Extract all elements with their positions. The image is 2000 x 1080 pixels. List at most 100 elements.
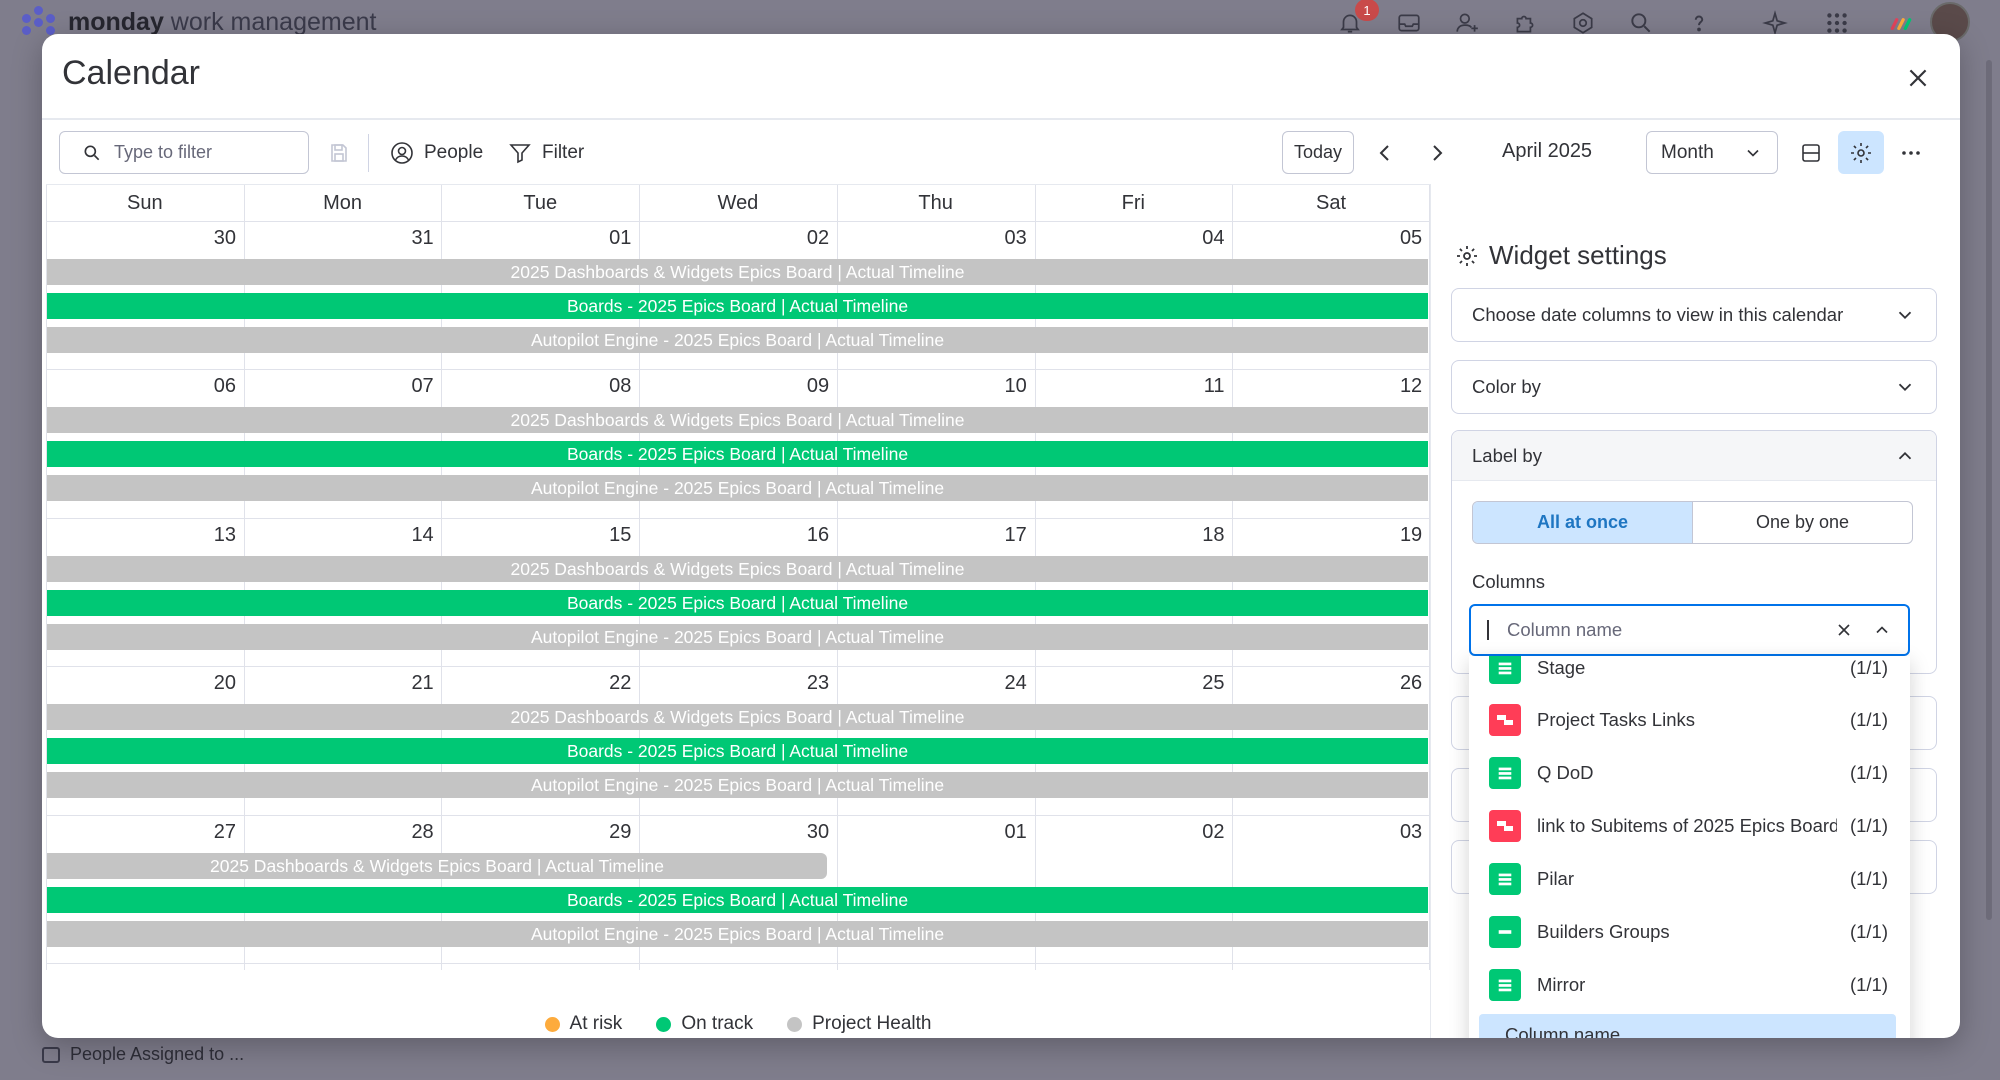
- column-option[interactable]: link to Subitems of 2025 Epics Board (1/…: [1469, 800, 1910, 852]
- day-cell[interactable]: 15: [441, 524, 631, 547]
- inbox-icon[interactable]: [1396, 10, 1422, 36]
- column-option[interactable]: Mirror (1/1): [1469, 959, 1910, 1011]
- event-bar-dashboards[interactable]: 2025 Dashboards & Widgets Epics Board | …: [47, 853, 827, 879]
- day-cell[interactable]: 17: [837, 524, 1027, 547]
- column-option[interactable]: Pilar (1/1): [1469, 853, 1910, 905]
- filter-input[interactable]: [114, 142, 284, 163]
- invite-members-icon[interactable]: [1454, 10, 1480, 36]
- day-cell[interactable]: 30: [639, 821, 829, 844]
- column-option[interactable]: Project Tasks Links (1/1): [1469, 694, 1910, 746]
- filter-label: Filter: [542, 141, 585, 163]
- filter-button[interactable]: Filter: [508, 131, 584, 174]
- day-cell[interactable]: 16: [639, 524, 829, 547]
- day-cell[interactable]: 03: [1232, 821, 1422, 844]
- legend-dot-on-track: [656, 1016, 672, 1032]
- event-bar-dashboards[interactable]: 2025 Dashboards & Widgets Epics Board | …: [47, 556, 1428, 582]
- event-bar-dashboards[interactable]: 2025 Dashboards & Widgets Epics Board | …: [47, 259, 1428, 285]
- color-by-accordion[interactable]: Color by: [1451, 360, 1937, 414]
- save-view-icon[interactable]: [316, 131, 362, 174]
- chevron-up-icon[interactable]: [1872, 620, 1892, 640]
- help-icon[interactable]: [1686, 10, 1712, 36]
- filter-search[interactable]: [59, 131, 309, 174]
- day-cell[interactable]: 19: [1232, 524, 1422, 547]
- day-cell[interactable]: 30: [46, 227, 236, 250]
- ai-sparkle-icon[interactable]: [1762, 10, 1788, 36]
- text-caret: [1487, 620, 1489, 640]
- column-option[interactable]: Stage (1/1): [1469, 656, 1910, 694]
- day-cell[interactable]: 28: [244, 821, 433, 844]
- day-cell[interactable]: 26: [1232, 672, 1422, 695]
- day-cell[interactable]: 22: [441, 672, 631, 695]
- close-icon[interactable]: [1904, 64, 1932, 92]
- event-bar-boards[interactable]: Boards - 2025 Epics Board | Actual Timel…: [47, 738, 1428, 764]
- day-cell[interactable]: 02: [639, 227, 829, 250]
- day-cell[interactable]: 13: [46, 524, 236, 547]
- legend-dot-project-health: [787, 1016, 803, 1032]
- day-cell[interactable]: 01: [441, 227, 631, 250]
- search-icon[interactable]: [1628, 10, 1654, 36]
- day-cell[interactable]: 02: [1035, 821, 1224, 844]
- layout-split-icon[interactable]: [1788, 131, 1834, 174]
- day-cell[interactable]: 23: [639, 672, 829, 695]
- status-column-icon: [1489, 757, 1521, 789]
- day-cell[interactable]: 27: [46, 821, 236, 844]
- day-cell[interactable]: 25: [1035, 672, 1224, 695]
- app-switcher-grid-icon[interactable]: [1824, 10, 1850, 36]
- event-bar-autopilot[interactable]: Autopilot Engine - 2025 Epics Board | Ac…: [47, 624, 1428, 650]
- event-bar-dashboards[interactable]: 2025 Dashboards & Widgets Epics Board | …: [47, 407, 1428, 433]
- day-cell[interactable]: 07: [244, 375, 433, 398]
- apps-puzzle-icon[interactable]: [1512, 10, 1538, 36]
- event-bar-autopilot[interactable]: Autopilot Engine - 2025 Epics Board | Ac…: [47, 772, 1428, 798]
- day-cell[interactable]: 20: [46, 672, 236, 695]
- color-legend: At risk On track Project Health: [46, 1013, 1430, 1035]
- weekday-header: Tue: [523, 191, 558, 214]
- day-cell[interactable]: 03: [837, 227, 1027, 250]
- label-by-header[interactable]: Label by: [1452, 431, 1936, 481]
- event-bar-autopilot[interactable]: Autopilot Engine - 2025 Epics Board | Ac…: [47, 921, 1428, 947]
- day-cell[interactable]: 09: [639, 375, 829, 398]
- widget-settings-panel: Widget settings Choose date columns to v…: [1430, 184, 1960, 1038]
- legend-item: At risk: [544, 1013, 622, 1035]
- event-bar-boards[interactable]: Boards - 2025 Epics Board | Actual Timel…: [47, 441, 1428, 467]
- event-bar-boards[interactable]: Boards - 2025 Epics Board | Actual Timel…: [47, 887, 1428, 913]
- day-cell[interactable]: 18: [1035, 524, 1224, 547]
- day-cell[interactable]: 31: [244, 227, 433, 250]
- day-cell[interactable]: 29: [441, 821, 631, 844]
- day-cell[interactable]: 21: [244, 672, 433, 695]
- all-at-once-option[interactable]: All at once: [1473, 502, 1692, 543]
- event-bar-autopilot[interactable]: Autopilot Engine - 2025 Epics Board | Ac…: [47, 475, 1428, 501]
- settings-gear-icon[interactable]: [1838, 131, 1884, 174]
- day-cell[interactable]: 12: [1232, 375, 1422, 398]
- day-cell[interactable]: 06: [46, 375, 236, 398]
- column-name-input[interactable]: [1507, 619, 1817, 641]
- clear-icon[interactable]: [1834, 620, 1854, 640]
- chevron-right-icon[interactable]: [1424, 140, 1450, 166]
- column-option-count: (1/1): [1849, 868, 1888, 889]
- column-option[interactable]: Q DoD (1/1): [1469, 747, 1910, 799]
- today-button[interactable]: Today: [1282, 131, 1354, 174]
- people-filter-button[interactable]: People: [390, 131, 483, 174]
- more-options-icon[interactable]: [1888, 131, 1934, 174]
- one-by-one-option[interactable]: One by one: [1692, 502, 1912, 543]
- day-cell[interactable]: 11: [1035, 375, 1225, 398]
- column-name-combobox[interactable]: [1469, 604, 1910, 656]
- event-bar-autopilot[interactable]: Autopilot Engine - 2025 Epics Board | Ac…: [47, 327, 1428, 353]
- status-column-icon: [1489, 656, 1521, 684]
- day-cell[interactable]: 14: [244, 524, 433, 547]
- monday-products-icon[interactable]: [1888, 10, 1914, 36]
- event-bar-dashboards[interactable]: 2025 Dashboards & Widgets Epics Board | …: [47, 704, 1428, 730]
- integrations-icon[interactable]: [1570, 10, 1596, 36]
- chevron-left-icon[interactable]: [1372, 140, 1398, 166]
- column-option[interactable]: Builders Groups (1/1): [1469, 906, 1910, 958]
- day-cell[interactable]: 10: [837, 375, 1027, 398]
- date-columns-accordion[interactable]: Choose date columns to view in this cale…: [1451, 288, 1937, 342]
- view-mode-select[interactable]: Month: [1646, 131, 1778, 174]
- day-cell[interactable]: 05: [1232, 227, 1422, 250]
- day-cell[interactable]: 04: [1035, 227, 1224, 250]
- column-option-highlighted[interactable]: Column name: [1479, 1014, 1896, 1038]
- event-bar-boards[interactable]: Boards - 2025 Epics Board | Actual Timel…: [47, 590, 1428, 616]
- day-cell[interactable]: 01: [837, 821, 1027, 844]
- day-cell[interactable]: 08: [441, 375, 631, 398]
- day-cell[interactable]: 24: [837, 672, 1027, 695]
- event-bar-boards[interactable]: Boards - 2025 Epics Board | Actual Timel…: [47, 293, 1428, 319]
